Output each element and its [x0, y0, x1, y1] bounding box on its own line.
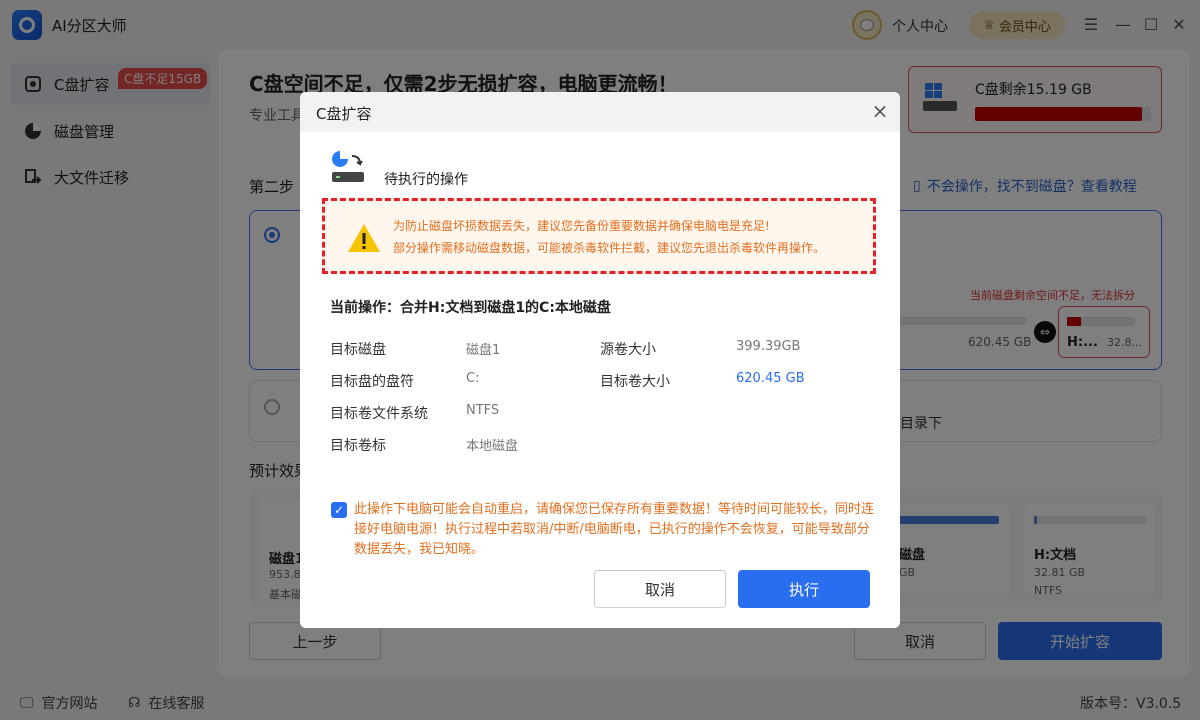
- volume-label-value: 本地磁盘: [466, 439, 519, 454]
- target-size-key: 目标卷大小: [600, 374, 670, 390]
- source-size-key: 源卷大小: [600, 342, 656, 358]
- warning-icon: [348, 224, 380, 252]
- dialog-header: C盘扩容 ×: [300, 92, 900, 132]
- volume-label-key: 目标卷标: [330, 438, 386, 454]
- warning-line-1: 为防止磁盘坏损数据丢失，建议您先备份重要数据并确保电脑电是充足!: [393, 219, 770, 233]
- target-disk-key: 目标磁盘: [330, 342, 386, 358]
- acknowledge-notice: 此操作下电脑可能会自动重启，请确保您已保存所有重要数据！等待时间可能较长，同时连…: [354, 502, 875, 557]
- c-expand-dialog: C盘扩容 × 待执行的操作 为防止磁盘坏损数据丢失，建议您先备份重要数据并确保电…: [300, 92, 900, 628]
- drive-letter-value: C:: [466, 371, 480, 386]
- warning-line-2: 部分操作需移动磁盘数据，可能被杀毒软件拦截，建议您先退出杀毒软件再操作。: [393, 241, 826, 255]
- source-size-value: 399.39GB: [736, 339, 801, 354]
- current-operation: 当前操作：合并H:文档到磁盘1的C:本地磁盘: [330, 300, 611, 316]
- dialog-title: C盘扩容: [316, 105, 372, 123]
- target-disk-value: 磁盘1: [466, 343, 501, 358]
- dialog-cancel-button[interactable]: 取消: [594, 570, 726, 608]
- pending-title: 待执行的操作: [384, 172, 468, 188]
- filesystem-key: 目标卷文件系统: [330, 406, 428, 422]
- pending-operation-icon: [332, 151, 364, 182]
- drive-letter-key: 目标盘的盘符: [330, 374, 414, 390]
- warning-box: 为防止磁盘坏损数据丢失，建议您先备份重要数据并确保电脑电是充足! 部分操作需移动…: [322, 198, 876, 274]
- filesystem-value: NTFS: [466, 403, 500, 418]
- acknowledge-checkbox[interactable]: ✓: [331, 502, 347, 518]
- close-icon[interactable]: ×: [870, 101, 890, 121]
- execute-button[interactable]: 执行: [738, 570, 870, 608]
- target-size-value: 620.45 GB: [736, 371, 805, 386]
